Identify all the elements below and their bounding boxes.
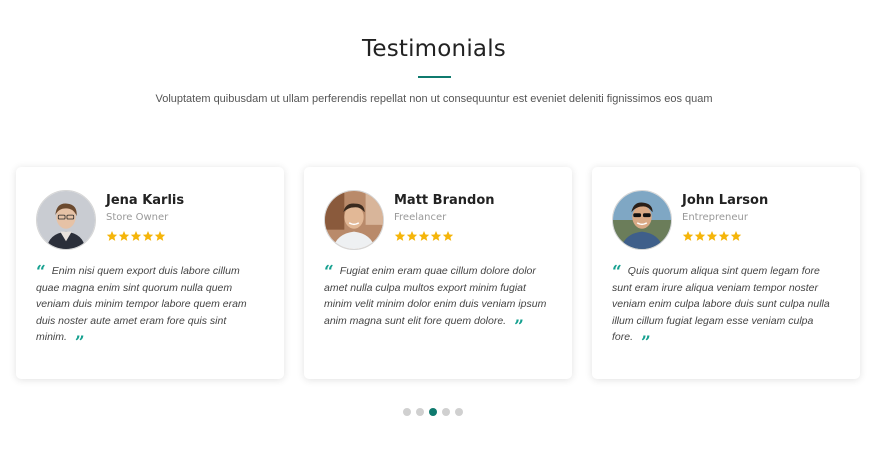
rating-stars: [394, 230, 454, 242]
quote-text: Quis quorum aliqua sint quem legam fore …: [612, 265, 830, 343]
quote-close-icon: ”: [74, 333, 85, 353]
star-icon: [694, 231, 706, 241]
carousel-dot-4[interactable]: [442, 408, 450, 416]
quote-close-icon: ”: [514, 316, 524, 337]
star-icon: [442, 231, 454, 241]
section-subtitle: Voluptatem quibusdam ut ullam perferendi…: [155, 93, 713, 105]
star-icon: [406, 231, 418, 241]
rating-stars: [682, 230, 742, 242]
testimonial-quote: “Fugiat enim eram quae cillum dolore dol…: [324, 262, 548, 337]
star-icon: [142, 231, 154, 241]
testimonial-role: Store Owner: [106, 212, 169, 223]
star-icon: [418, 231, 430, 241]
star-icon: [106, 231, 118, 241]
star-icon: [682, 231, 694, 241]
avatar: [36, 190, 96, 250]
rating-stars: [106, 230, 166, 242]
quote-open-icon: “: [36, 262, 46, 282]
testimonial-name: Matt Brandon: [394, 193, 495, 208]
quote-text: Enim nisi quem export duis labore cillum…: [36, 265, 247, 343]
testimonial-name: John Larson: [682, 193, 769, 208]
testimonial-quote: “Enim nisi quem export duis labore cillu…: [36, 262, 260, 353]
testimonial-quote: “Quis quorum aliqua sint quem legam fore…: [612, 262, 836, 353]
star-icon: [130, 231, 142, 241]
testimonial-role: Entrepreneur: [682, 212, 748, 223]
section-title: Testimonials: [362, 36, 506, 62]
quote-open-icon: “: [612, 262, 622, 282]
testimonial-card: Jena Karlis Store Owner “Enim nisi quem …: [16, 167, 284, 379]
star-icon: [718, 231, 730, 241]
star-icon: [394, 231, 406, 241]
testimonial-card: John Larson Entrepreneur “Quis quorum al…: [592, 167, 860, 379]
avatar: [612, 190, 672, 250]
quote-close-icon: ”: [641, 333, 651, 353]
carousel-dot-5[interactable]: [455, 408, 463, 416]
quote-text: Fugiat enim eram quae cillum dolore dolo…: [324, 265, 547, 327]
star-icon: [118, 231, 130, 241]
star-icon: [154, 231, 166, 241]
testimonial-card: Matt Brandon Freelancer “Fugiat enim era…: [304, 167, 572, 379]
carousel-pagination: [403, 408, 463, 416]
star-icon: [430, 231, 442, 241]
avatar: [324, 190, 384, 250]
carousel-dot-3[interactable]: [429, 408, 437, 416]
star-icon: [730, 231, 742, 241]
testimonial-name: Jena Karlis: [106, 193, 185, 208]
title-underline: [418, 76, 451, 78]
quote-open-icon: “: [324, 262, 334, 282]
carousel-dot-2[interactable]: [416, 408, 424, 416]
carousel-dot-1[interactable]: [403, 408, 411, 416]
star-icon: [706, 231, 718, 241]
testimonial-role: Freelancer: [394, 212, 447, 223]
